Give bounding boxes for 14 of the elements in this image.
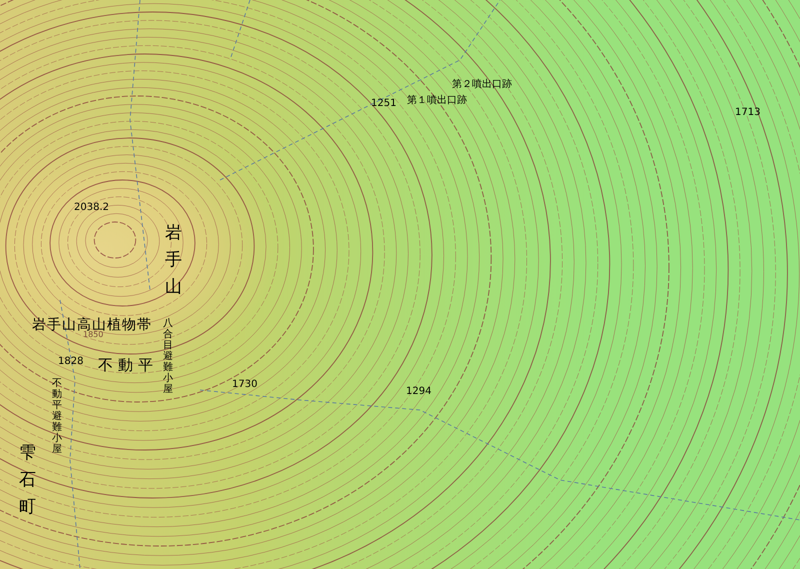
map-label: 雫石町 — [19, 442, 36, 520]
map-label: 不動平避難小屋 — [52, 378, 62, 455]
map-label: 岩手山高山植物帯 — [32, 318, 152, 332]
map-label: 1828 — [58, 357, 84, 367]
map-label: 不動平 — [98, 358, 158, 373]
map-label: 2038.2 — [74, 203, 109, 213]
map-label: 岩手山 — [165, 222, 182, 300]
map-label: 第１噴出口跡 — [407, 96, 467, 106]
map-label: 八合目避難小屋 — [163, 318, 173, 395]
map-label: 1730 — [232, 380, 258, 390]
map-label: 1251 — [371, 99, 396, 109]
map-label: 第２噴出口跡 — [452, 80, 512, 90]
map-label: 1850 — [83, 331, 104, 339]
map-label: 1294 — [406, 387, 432, 397]
